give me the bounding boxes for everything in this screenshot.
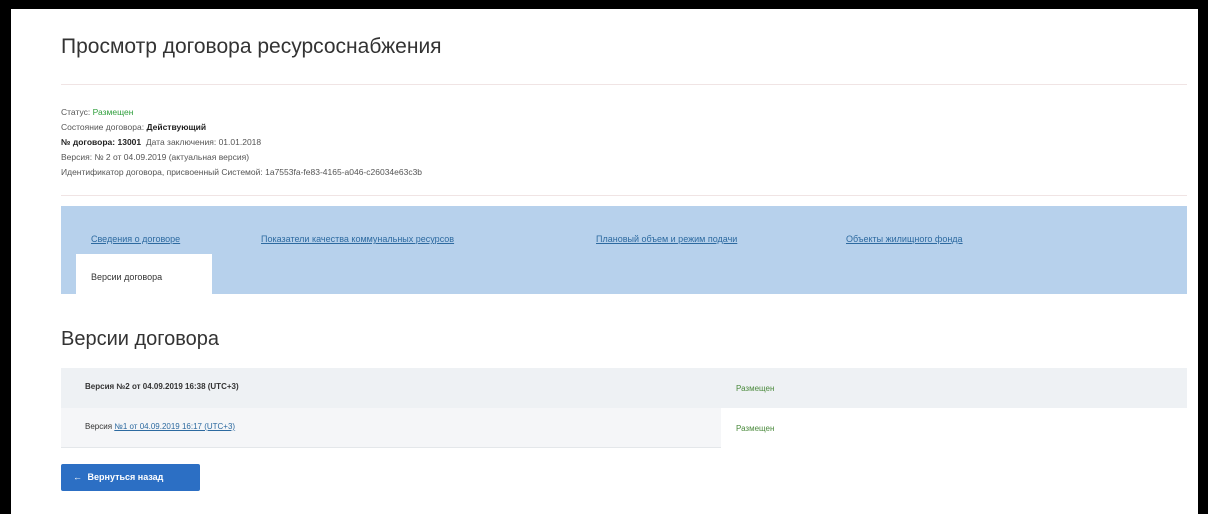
page-title: Просмотр договора ресурсоснабжения — [61, 35, 442, 58]
tab-housing-objects[interactable]: Объекты жилищного фонда — [846, 234, 963, 244]
status-value: Размещен — [92, 107, 134, 117]
tab-planned-volume[interactable]: Плановый объем и режим подачи — [596, 234, 737, 244]
back-button[interactable]: ← Вернуться назад — [61, 464, 200, 491]
identifier-value: 1a7553fa-fe83-4165-a046-c26034e63c3b — [265, 167, 423, 177]
window-frame-left — [0, 0, 11, 514]
section-title: Версии договора — [61, 328, 220, 350]
state-label: Состояние договора: — [61, 122, 145, 132]
state-value: Действующий — [146, 122, 207, 132]
number-line: № договора: 13001 Дата заключения: 01.01… — [61, 135, 422, 150]
status-label: Статус: — [61, 107, 91, 117]
version-line: Версия: № 2 от 04.09.2019 (актуальная ве… — [61, 152, 250, 162]
table-row: Версия №1 от 04.09.2019 16:17 (UTC+3) Ра… — [61, 408, 1187, 448]
tab-quality-indicators[interactable]: Показатели качества коммунальных ресурсо… — [261, 234, 454, 244]
contract-info: Статус: Размещен Состояние договора: Дей… — [61, 105, 422, 180]
state-line: Состояние договора: Действующий — [61, 120, 422, 135]
version-name: Версия №2 от 04.09.2019 16:38 (UTC+3) — [85, 382, 239, 391]
date-value: 01.01.2018 — [218, 137, 262, 147]
date-label: Дата заключения: — [145, 137, 217, 147]
version-name: Версия №1 от 04.09.2019 16:17 (UTC+3) — [85, 422, 235, 431]
tab-contract-versions[interactable]: Версии договора — [76, 254, 212, 294]
version-status: Размещен — [736, 424, 775, 433]
versions-table: Версия №2 от 04.09.2019 16:38 (UTC+3) Ра… — [61, 368, 1187, 448]
tabs-panel: Сведения о договоре Показатели качества … — [61, 206, 1187, 294]
table-row: Версия №2 от 04.09.2019 16:38 (UTC+3) Ра… — [61, 368, 1187, 408]
arrow-left-icon: ← — [73, 472, 82, 482]
page-content: Просмотр договора ресурсоснабжения Стату… — [11, 9, 1198, 514]
version-link[interactable]: №1 от 04.09.2019 16:17 (UTC+3) — [114, 422, 235, 431]
info-divider — [61, 195, 1187, 196]
window-frame-top — [0, 0, 1208, 9]
tab-contract-details[interactable]: Сведения о договоре — [91, 234, 180, 244]
version-status: Размещен — [736, 384, 775, 393]
status-line: Статус: Размещен — [61, 105, 422, 120]
status-cell — [721, 408, 1187, 448]
back-button-label: Вернуться назад — [87, 472, 164, 482]
identifier-line: Идентификатор договора, присвоенный Сист… — [61, 165, 422, 180]
version-prefix: Версия — [85, 422, 113, 431]
number-label: № договора: — [61, 137, 116, 147]
identifier-label: Идентификатор договора, присвоенный Сист… — [61, 167, 263, 177]
title-divider — [61, 84, 1187, 85]
number-value: 13001 — [117, 137, 142, 147]
window-frame-right — [1198, 0, 1208, 514]
